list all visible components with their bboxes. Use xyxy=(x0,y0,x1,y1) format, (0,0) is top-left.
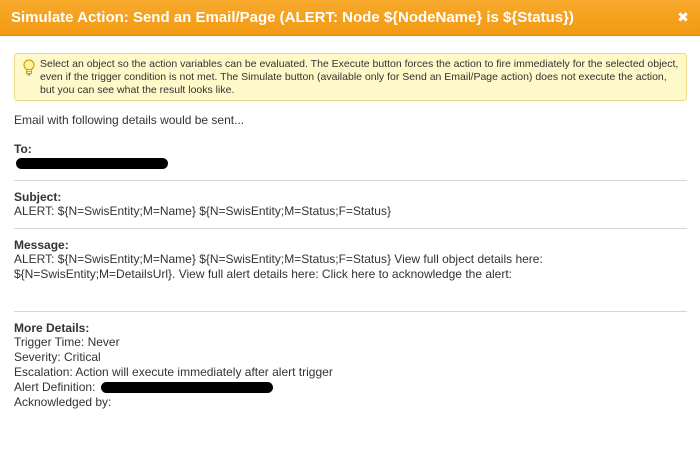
subject-label: Subject: xyxy=(14,190,62,204)
close-icon[interactable]: ✖ xyxy=(674,8,692,26)
more-details-label: More Details: xyxy=(14,321,90,335)
message-section: Message: ALERT: ${N=SwisEntity;M=Name} $… xyxy=(14,238,687,312)
trigger-time: Trigger Time: Never xyxy=(14,335,120,349)
to-label: To: xyxy=(14,142,32,156)
subject-section: Subject: ALERT: ${N=SwisEntity;M=Name} $… xyxy=(14,190,687,229)
message-value: ALERT: ${N=SwisEntity;M=Name} ${N=SwisEn… xyxy=(14,252,543,281)
subject-value: ALERT: ${N=SwisEntity;M=Name} ${N=SwisEn… xyxy=(14,204,391,218)
to-section: To: xyxy=(14,142,687,181)
intro-text: Email with following details would be se… xyxy=(14,113,245,127)
alert-definition-label: Alert Definition: xyxy=(14,380,96,394)
more-details-section: More Details: Trigger Time: Never Severi… xyxy=(14,321,687,419)
alert-definition: Alert Definition: xyxy=(14,380,687,395)
simulate-action-dialog: Simulate Action: Send an Email/Page (ALE… xyxy=(0,0,700,456)
acknowledged-by: Acknowledged by: xyxy=(14,395,112,409)
lightbulb-icon xyxy=(23,59,35,76)
escalation: Escalation: Action will execute immediat… xyxy=(14,365,333,379)
info-box: Select an object so the action variables… xyxy=(14,53,687,101)
info-text: Select an object so the action variables… xyxy=(40,58,679,96)
dialog-title: Simulate Action: Send an Email/Page (ALE… xyxy=(11,9,574,26)
to-value xyxy=(14,156,687,171)
email-details: Email with following details would be se… xyxy=(14,113,687,428)
message-label: Message: xyxy=(14,238,69,252)
dialog-titlebar: Simulate Action: Send an Email/Page (ALE… xyxy=(0,0,700,36)
severity: Severity: Critical xyxy=(14,350,101,364)
redaction-bar xyxy=(16,158,168,170)
redaction-bar xyxy=(100,382,273,394)
